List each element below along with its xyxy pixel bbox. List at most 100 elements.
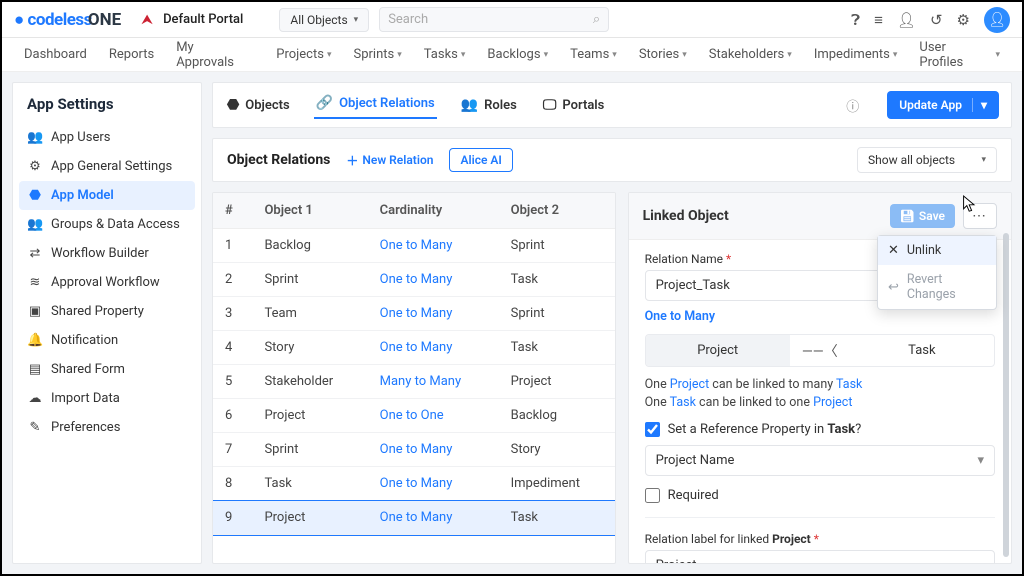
save-button[interactable]: 💾︎Save bbox=[890, 204, 955, 228]
sidebar-icon: ▣ bbox=[27, 304, 43, 319]
more-menu: ✕ Unlink ↩ Revert Changes bbox=[877, 235, 997, 310]
undo-icon: ↩ bbox=[888, 280, 899, 295]
sidebar-title: App Settings bbox=[13, 95, 201, 123]
sidebar-icon: 👥 bbox=[27, 130, 43, 145]
relation-visual: Project ――〈 Task bbox=[645, 334, 995, 367]
logo[interactable]: ● codelessONE bbox=[14, 10, 121, 30]
nav-item[interactable]: Dashboard bbox=[24, 47, 87, 62]
search-icon: ⌕ bbox=[593, 12, 600, 27]
menu-unlink[interactable]: ✕ Unlink bbox=[878, 236, 996, 265]
table-row[interactable]: 2SprintOne to ManyTask bbox=[213, 263, 615, 297]
top-bar: ● codelessONE ⮝ Default Portal All Objec… bbox=[2, 2, 1022, 38]
col-header[interactable]: # bbox=[213, 193, 252, 229]
sidebar-icon: ▤ bbox=[27, 362, 43, 377]
table-row[interactable]: 9ProjectOne to ManyTask bbox=[213, 501, 615, 535]
menu-revert[interactable]: ↩ Revert Changes bbox=[878, 265, 996, 309]
sidebar-item[interactable]: 👥Groups & Data Access bbox=[13, 210, 201, 239]
linked-object-panel: Linked Object 💾︎Save ⋯ ✕ Unlink bbox=[628, 192, 1012, 564]
sidebar-item[interactable]: ⬣App Model bbox=[19, 181, 195, 210]
history-icon[interactable]: ↺ bbox=[930, 11, 943, 29]
search-input[interactable]: Search ⌕ bbox=[379, 7, 609, 32]
arrow-icon: ――〈 bbox=[790, 341, 850, 361]
sidebar-icon: ✎ bbox=[27, 420, 43, 435]
reference-property-checkbox[interactable]: Set a Reference Property in Task? bbox=[645, 422, 995, 437]
cardinality-link[interactable]: One to Many bbox=[645, 309, 716, 324]
relations-table: #Object 1CardinalityObject 2 1BacklogOne… bbox=[212, 192, 616, 564]
nav-item[interactable]: Teams▾ bbox=[570, 47, 617, 62]
sidebar-icon: ☁ bbox=[27, 391, 43, 406]
sidebar-item[interactable]: ⇄Workflow Builder bbox=[13, 239, 201, 268]
tab-icon: 🖵 bbox=[543, 97, 557, 113]
info-icon[interactable]: ⓘ bbox=[846, 96, 859, 115]
nav-item[interactable]: Reports bbox=[109, 47, 154, 62]
more-button[interactable]: ⋯ bbox=[963, 203, 997, 229]
col-header[interactable]: Cardinality bbox=[368, 193, 499, 229]
sidebar-icon: 🔔 bbox=[27, 333, 43, 348]
relation-sentence-2: One Task can be linked to one Project bbox=[645, 395, 995, 410]
nav-item[interactable]: Sprints▾ bbox=[353, 47, 401, 62]
section-title: Object Relations bbox=[227, 152, 330, 168]
relations-toolbar: Object Relations ＋New Relation Alice AI … bbox=[212, 138, 1012, 182]
nav-item[interactable]: Projects▾ bbox=[276, 47, 331, 62]
sidebar-item[interactable]: ▣Shared Property bbox=[13, 297, 201, 326]
sidebar-item[interactable]: 🔔Notification bbox=[13, 326, 201, 355]
nav-item[interactable]: Tasks▾ bbox=[424, 47, 466, 62]
tab[interactable]: ⬣Objects bbox=[225, 91, 292, 119]
reference-property-select[interactable]: Project Name▾ bbox=[645, 445, 995, 476]
scrollbar[interactable] bbox=[1003, 233, 1009, 557]
update-app-button[interactable]: Update App▾ bbox=[887, 91, 999, 119]
table-row[interactable]: 8TaskOne to ManyImpediment bbox=[213, 467, 615, 501]
sidebar-icon: ⇄ bbox=[27, 246, 43, 261]
nav-item[interactable]: User Profiles▾ bbox=[919, 40, 1000, 70]
chevron-down-icon[interactable]: ▾ bbox=[972, 98, 987, 112]
table-row[interactable]: 4StoryOne to ManyTask bbox=[213, 331, 615, 365]
tab[interactable]: 🔗Object Relations bbox=[314, 91, 437, 119]
relation-left: Project bbox=[646, 335, 790, 366]
all-objects-select[interactable]: All Objects bbox=[279, 8, 369, 32]
sidebar-icon: 👥 bbox=[27, 217, 43, 232]
relation-right: Task bbox=[850, 335, 994, 366]
nav-item[interactable]: My Approvals bbox=[176, 40, 254, 70]
sidebar-icon: ⬣ bbox=[27, 188, 43, 203]
nav-item[interactable]: Impediments▾ bbox=[814, 47, 898, 62]
tab-icon: ⬣ bbox=[227, 97, 239, 113]
tab[interactable]: 👥Roles bbox=[459, 91, 519, 119]
required-checkbox[interactable]: Required bbox=[645, 488, 995, 503]
close-icon: ✕ bbox=[888, 243, 899, 258]
settings-icon[interactable]: ⚙ bbox=[957, 11, 970, 29]
detail-title: Linked Object bbox=[643, 208, 729, 224]
portal-icon: ⮝ bbox=[141, 12, 153, 28]
help-icon[interactable]: ❓︎ bbox=[851, 11, 860, 29]
table-row[interactable]: 1BacklogOne to ManySprint bbox=[213, 229, 615, 263]
portal-name[interactable]: Default Portal bbox=[163, 12, 243, 27]
tab-icon: 🔗 bbox=[316, 95, 333, 111]
tabs-row: ⬣Objects🔗Object Relations👥Roles🖵Portals … bbox=[212, 82, 1012, 128]
show-all-objects-select[interactable]: Show all objects bbox=[857, 147, 997, 173]
sidebar-item[interactable]: 👥App Users bbox=[13, 123, 201, 152]
sidebar-icon: ≋ bbox=[27, 275, 43, 290]
user-add-icon[interactable]: 👤︎ bbox=[897, 11, 916, 29]
main-nav: Dashboard Reports My Approvals Projects▾ Spr… bbox=[2, 38, 1022, 72]
col-header[interactable]: Object 1 bbox=[252, 193, 367, 229]
sidebar-item[interactable]: ≋Approval Workflow bbox=[13, 268, 201, 297]
database-icon[interactable]: ≡ bbox=[874, 11, 883, 29]
new-relation-button[interactable]: ＋New Relation bbox=[346, 152, 433, 169]
nav-item[interactable]: Stakeholders▾ bbox=[709, 47, 792, 62]
table-row[interactable]: 7SprintOne to ManyStory bbox=[213, 433, 615, 467]
table-row[interactable]: 5StakeholderMany to ManyProject bbox=[213, 365, 615, 399]
nav-item[interactable]: Stories▾ bbox=[639, 47, 687, 62]
sidebar-item[interactable]: ☁Import Data bbox=[13, 384, 201, 413]
nav-item[interactable]: Backlogs▾ bbox=[487, 47, 548, 62]
label-project-input[interactable] bbox=[645, 550, 995, 563]
table-row[interactable]: 3TeamOne to ManySprint bbox=[213, 297, 615, 331]
table-row[interactable]: 6ProjectOne to OneBacklog bbox=[213, 399, 615, 433]
avatar[interactable]: 👤︎ bbox=[984, 7, 1010, 33]
sidebar-item[interactable]: ⚙App General Settings bbox=[13, 152, 201, 181]
alice-ai-chip[interactable]: Alice AI bbox=[449, 148, 512, 172]
col-header[interactable]: Object 2 bbox=[499, 193, 615, 229]
sidebar-item[interactable]: ✎Preferences bbox=[13, 413, 201, 442]
sidebar-item[interactable]: ▤Shared Form bbox=[13, 355, 201, 384]
tab[interactable]: 🖵Portals bbox=[541, 91, 607, 119]
relation-sentence-1: One Project can be linked to many Task bbox=[645, 377, 995, 392]
save-icon: 💾︎ bbox=[900, 209, 915, 223]
